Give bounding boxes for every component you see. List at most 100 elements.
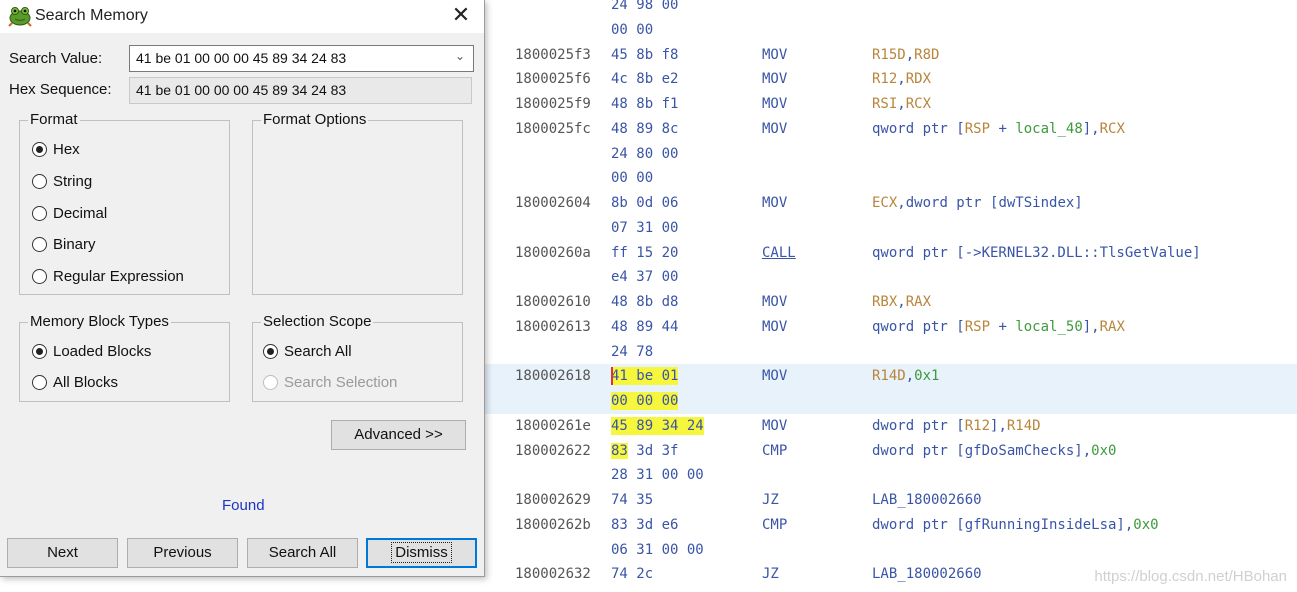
format-group: Format Hex String Decimal Binary Regular… [19, 111, 230, 295]
listing-row[interactable]: 07 31 00 [484, 216, 1297, 241]
listing-bytes: 83 3d 3f [611, 442, 679, 459]
listing-address: 18000260a [515, 244, 591, 261]
listing-address: 180002629 [515, 492, 591, 508]
radio-loaded-blocks[interactable]: Loaded Blocks [32, 343, 151, 360]
listing-row[interactable]: 180002629 74 35 JZ LAB_180002660 [484, 488, 1297, 513]
radio-circle [263, 344, 278, 359]
operand-part: qword ptr [ [872, 318, 965, 335]
radio-search-all[interactable]: Search All [263, 343, 352, 360]
next-button[interactable]: Next [7, 538, 118, 568]
listing-address: 180002604 [515, 195, 591, 211]
listing-operands: qword ptr [->KERNEL32.DLL::TlsGetValue] [872, 244, 1201, 262]
operand-part: local_48 [1015, 120, 1083, 137]
listing-row[interactable]: 24 80 00 [484, 142, 1297, 167]
disassembly-listing[interactable]: 24 98 00 00 00 1800025f3 45 8b f8 MOV R15D,R8… [484, 0, 1297, 592]
listing-row[interactable]: 28 31 00 00 [484, 463, 1297, 488]
listing-row[interactable]: 18000260a ff 15 20 CALL qword ptr [->KERNEL… [484, 241, 1297, 266]
radio-regex-label: Regular Expression [53, 268, 184, 285]
operand-part: RDX [905, 71, 932, 88]
listing-row[interactable]: 180002613 48 89 44 MOV qword ptr [RSP + loc… [484, 315, 1297, 340]
listing-mnemonic: MOV [762, 417, 788, 434]
operand-part: ,dword ptr [dwTSindex] [897, 195, 1083, 211]
listing-row[interactable]: 1800025f6 4c 8b e2 MOV R12,RDX [484, 67, 1297, 92]
radio-search-all-label: Search All [284, 343, 352, 360]
listing-operands: qword ptr [RSP + local_50],RAX [872, 318, 1125, 336]
operand-part: LAB_180002660 [872, 566, 982, 583]
listing-row[interactable]: 24 78 [484, 340, 1297, 365]
listing-bytes: 8b 0d 06 [611, 195, 679, 211]
listing-row[interactable]: e4 37 00 [484, 265, 1297, 290]
radio-all-blocks[interactable]: All Blocks [32, 374, 118, 391]
listing-address: 180002613 [515, 318, 591, 335]
listing-row[interactable]: 24 98 00 [484, 0, 1297, 18]
radio-string[interactable]: String [32, 173, 92, 190]
operand-part: RCX [1099, 120, 1125, 137]
listing-row[interactable]: 1800025f3 45 8b f8 MOV R15D,R8D [484, 43, 1297, 68]
chevron-down-icon[interactable]: ⌄ [455, 49, 465, 63]
listing-mnemonic: JZ [762, 492, 779, 508]
radio-circle [32, 375, 47, 390]
radio-decimal[interactable]: Decimal [32, 205, 107, 222]
radio-loaded-blocks-label: Loaded Blocks [53, 343, 152, 360]
radio-circle [32, 344, 47, 359]
listing-row[interactable]: 06 31 00 00 [484, 538, 1297, 563]
listing-address: 1800025f6 [515, 71, 591, 88]
listing-mnemonic: MOV [762, 46, 788, 63]
listing-address: 180002610 [515, 294, 591, 310]
radio-regular-expression[interactable]: Regular Expression [32, 268, 184, 285]
listing-row[interactable]: 00 00 00 [484, 389, 1297, 414]
listing-row[interactable]: 00 00 [484, 18, 1297, 43]
radio-circle [263, 375, 278, 390]
listing-row[interactable]: 180002622 83 3d 3f CMP dword ptr [gfDoSamCh… [484, 439, 1297, 464]
listing-row[interactable]: 180002618 41 be 01 MOV R14D,0x1 [484, 364, 1297, 389]
listing-operands: dword ptr [gfDoSamChecks],0x0 [872, 442, 1116, 460]
operand-part: RCX [905, 96, 932, 112]
operand-part: dword ptr [gfRunningInsideLsa], [872, 516, 1134, 533]
operand-part: RBX [872, 294, 898, 310]
frog-icon [8, 7, 32, 27]
listing-row[interactable]: 180002604 8b 0d 06 MOV ECX,dword ptr [dwTSi… [484, 191, 1297, 216]
radio-binary[interactable]: Binary [32, 236, 96, 253]
listing-bytes: 48 8b f1 [611, 96, 679, 112]
radio-search-selection-label: Search Selection [284, 374, 398, 391]
operand-part: LAB_180002660 [872, 492, 982, 508]
listing-row[interactable]: 1800025f9 48 8b f1 MOV RSI,RCX [484, 92, 1297, 117]
title-bar[interactable]: Search Memory ✕ [0, 0, 484, 33]
listing-bytes: 4c 8b e2 [611, 71, 679, 88]
listing-mnemonic: MOV [762, 71, 788, 88]
listing-row[interactable]: 180002610 48 8b d8 MOV RBX,RAX [484, 290, 1297, 315]
listing-operands: dword ptr [R12],R14D [872, 417, 1041, 435]
dialog-title: Search Memory [35, 7, 148, 24]
listing-operands: qword ptr [RSP + local_48],RCX [872, 120, 1125, 138]
operand-part: , [905, 368, 915, 385]
search-all-button[interactable]: Search All [247, 538, 358, 568]
format-group-title: Format [28, 111, 80, 128]
operand-part: R15D [872, 46, 906, 63]
listing-mnemonic[interactable]: CALL [762, 244, 796, 262]
radio-decimal-label: Decimal [53, 205, 108, 222]
listing-bytes: ff 15 20 [611, 244, 679, 261]
close-icon[interactable]: ✕ [448, 4, 474, 28]
advanced-button[interactable]: Advanced >> [331, 420, 466, 450]
radio-hex-label: Hex [53, 141, 80, 158]
listing-row[interactable]: 18000262b 83 3d e6 CMP dword ptr [gfRunning… [484, 513, 1297, 538]
radio-circle [32, 269, 47, 284]
listing-mnemonic: CMP [762, 442, 788, 459]
status-text: Found [222, 497, 265, 514]
listing-row[interactable]: 18000261e 45 89 34 24 MOV dword ptr [R12],R… [484, 414, 1297, 439]
operand-part: , [897, 96, 906, 112]
search-value-text: 41 be 01 00 00 00 45 89 34 24 83 [136, 50, 347, 66]
previous-button[interactable]: Previous [127, 538, 238, 568]
format-options-group: Format Options [252, 111, 463, 295]
radio-hex[interactable]: Hex [32, 141, 80, 158]
listing-row[interactable]: 00 00 [484, 166, 1297, 191]
search-value-combobox[interactable]: 41 be 01 00 00 00 45 89 34 24 83 ⌄ [129, 45, 474, 72]
selection-scope-title: Selection Scope [261, 313, 374, 330]
listing-bytes: 48 89 8c [611, 120, 679, 137]
listing-row[interactable]: 1800025fc 48 89 8c MOV qword ptr [RSP + loc… [484, 117, 1297, 142]
listing-bytes: 00 00 [611, 170, 654, 187]
dismiss-button[interactable]: Dismiss [366, 538, 477, 568]
operand-part: , [897, 294, 906, 310]
listing-address: 180002622 [515, 442, 591, 459]
operand-part: qword ptr [ [872, 120, 965, 137]
